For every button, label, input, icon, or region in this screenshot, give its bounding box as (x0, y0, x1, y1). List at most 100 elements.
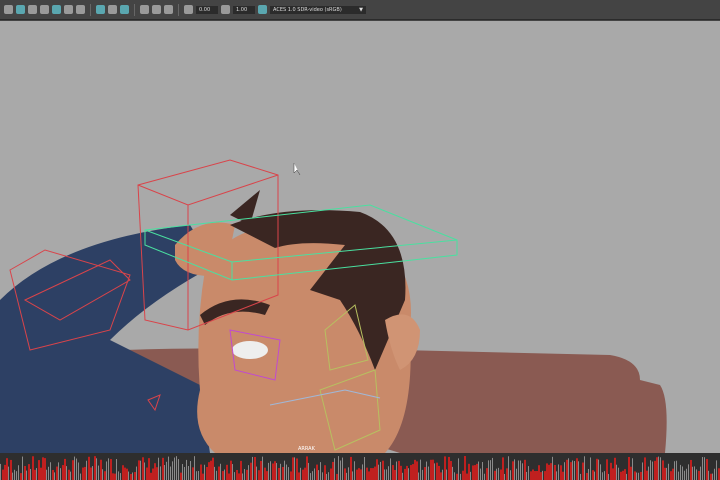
wireframe-icon[interactable] (28, 5, 37, 14)
keyframe-tick (266, 471, 268, 480)
time-slider[interactable] (0, 453, 720, 480)
keyframe-tick (668, 463, 669, 480)
keyframe-tick (376, 459, 378, 480)
keyframe-tick (410, 465, 412, 480)
keyframe-tick (132, 472, 133, 480)
keyframe-tick (128, 471, 129, 480)
keyframe-tick (578, 461, 579, 480)
frame-icon[interactable] (164, 5, 173, 14)
keyframe-tick (358, 468, 360, 480)
keyframe-tick (482, 462, 483, 480)
keyframe-tick (494, 470, 496, 480)
keyframe-tick (296, 458, 298, 480)
keyframe-tick (524, 459, 526, 480)
keyframe-tick (624, 469, 626, 480)
isolate-icon[interactable] (96, 5, 105, 14)
keyframe-tick (22, 456, 23, 480)
exposure-field[interactable]: 0.00 (196, 5, 218, 14)
keyframe-tick (372, 468, 374, 480)
keyframe-tick (58, 462, 59, 480)
keyframe-tick (60, 468, 61, 480)
keyframe-tick (152, 468, 154, 480)
keyframe-tick (364, 457, 365, 480)
keyframe-tick (402, 472, 403, 480)
keyframe-tick (388, 466, 389, 480)
keyframe-tick (98, 465, 99, 480)
keyframe-tick (698, 470, 700, 480)
keyframe-tick (606, 459, 608, 480)
keyframe-tick (580, 473, 581, 480)
keyframe-tick (106, 461, 107, 480)
keyframe-tick (0, 463, 1, 480)
color-management-icon[interactable] (258, 5, 267, 14)
keyframe-tick (714, 468, 715, 480)
keyframe-tick (304, 467, 306, 480)
resolution-gate-icon[interactable] (120, 5, 129, 14)
xray-icon[interactable] (108, 5, 117, 14)
keyframe-tick (62, 465, 64, 480)
keyframe-tick (398, 460, 400, 480)
keyframe-tick (478, 461, 479, 480)
keyframe-tick (286, 464, 287, 480)
keyframe-tick (452, 466, 453, 480)
keyframe-tick (694, 466, 695, 480)
keyframe-tick (526, 471, 527, 480)
exposure-icon[interactable] (184, 5, 193, 14)
keyframe-tick (350, 456, 352, 480)
keyframe-tick (328, 472, 329, 480)
keyframe-tick (16, 471, 17, 480)
keyframe-tick (650, 460, 651, 480)
keyframe-tick (120, 473, 121, 480)
textured-icon[interactable] (52, 5, 61, 14)
keyframe-tick (342, 457, 343, 480)
keyframe-tick (428, 466, 429, 480)
keyframe-tick (30, 468, 31, 480)
keyframe-tick (150, 472, 152, 480)
snapshot-icon[interactable] (140, 5, 149, 14)
grease-pencil-icon[interactable] (152, 5, 161, 14)
gamma-field[interactable]: 1.00 (233, 5, 255, 14)
keyframe-tick (180, 472, 182, 480)
keyframe-tick (534, 471, 536, 480)
keyframe-tick (172, 461, 173, 480)
grid-icon[interactable] (16, 5, 25, 14)
keyframe-tick (566, 459, 568, 480)
keyframe-tick (378, 464, 379, 480)
keyframe-tick (110, 459, 112, 480)
keyframe-tick (458, 458, 459, 480)
keyframe-tick (262, 456, 263, 480)
keyframe-tick (418, 472, 419, 480)
keyframe-tick (292, 457, 294, 480)
keyframe-tick (294, 457, 295, 480)
keyframe-tick (636, 472, 637, 480)
3d-viewport[interactable]: ARRAK (0, 21, 720, 453)
keyframe-tick (596, 458, 598, 480)
keyframe-tick (102, 469, 103, 480)
color-space-dropdown[interactable]: ACES 1.0 SDR-video (sRGB) ▼ (270, 5, 366, 14)
keyframe-tick (276, 463, 277, 480)
keyframe-tick (386, 469, 387, 480)
shadow-icon[interactable] (76, 5, 85, 14)
keyframe-tick (242, 473, 243, 480)
keyframe-tick (90, 467, 92, 480)
keyframe-tick (678, 471, 679, 480)
keyframe-tick (20, 473, 22, 480)
keyframe-tick (586, 472, 588, 480)
keyframe-tick (610, 462, 612, 480)
gamma-icon[interactable] (221, 5, 230, 14)
keyframe-tick (182, 464, 183, 480)
light-icon[interactable] (64, 5, 73, 14)
keyframe-tick (158, 457, 159, 480)
camera-icon[interactable] (4, 5, 13, 14)
keyframe-tick (550, 463, 552, 480)
keyframe-tick (520, 460, 521, 480)
keyframe-tick (46, 469, 47, 480)
shaded-icon[interactable] (40, 5, 49, 14)
keyframe-tick (66, 466, 67, 480)
keyframe-tick (502, 457, 504, 480)
keyframe-tick (560, 465, 562, 480)
keyframe-tick (612, 468, 614, 480)
keyframe-tick (272, 463, 274, 480)
keyframe-tick (648, 466, 649, 480)
keyframe-tick (14, 469, 15, 480)
